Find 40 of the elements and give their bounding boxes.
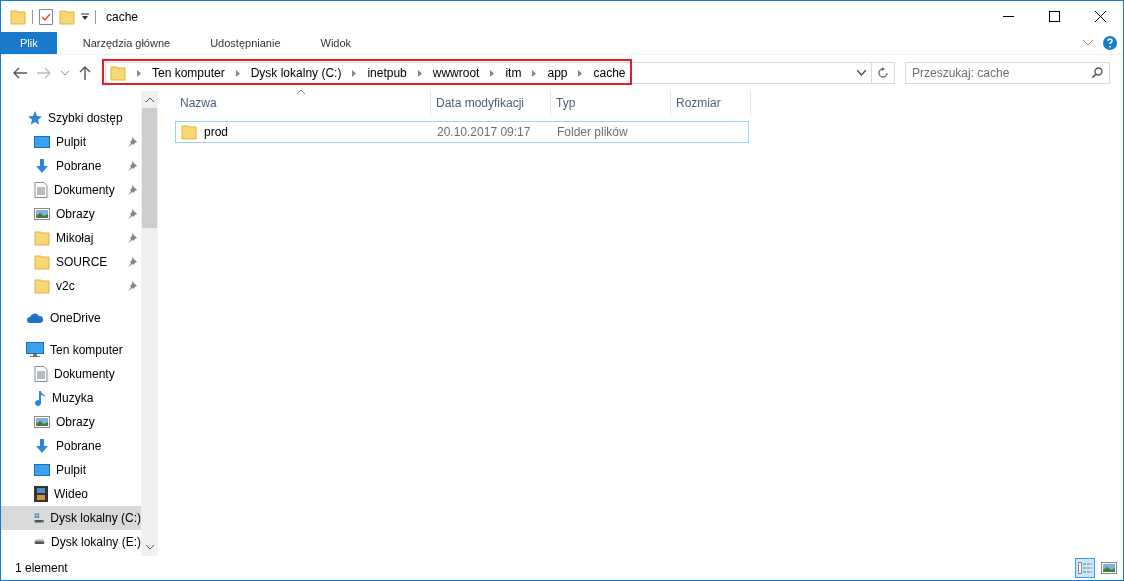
nav-item[interactable]: Dokumenty <box>1 362 141 386</box>
nav-item[interactable]: Wideo <box>1 482 141 506</box>
breadcrumb[interactable]: inetpub <box>367 66 407 80</box>
breadcrumb[interactable]: itm <box>505 66 522 80</box>
nav-item[interactable]: v2c <box>1 274 141 298</box>
ribbon-tab[interactable]: Udostępnianie <box>190 32 301 54</box>
window-title: cache <box>106 9 139 24</box>
nav-item[interactable]: Dysk lokalny (C:) <box>1 506 141 530</box>
address-bar[interactable]: Ten komputer Dysk lokalny (C:) inetpub wwwroot itm app cache <box>105 62 895 84</box>
nav-item[interactable]: SOURCE <box>1 250 141 274</box>
ribbon-tab[interactable]: Widok <box>300 32 372 54</box>
ribbon-tab[interactable]: Narzędzia główne <box>62 32 191 54</box>
breadcrumb[interactable]: wwwroot <box>432 66 480 80</box>
nav-item[interactable]: Pulpit <box>1 458 141 482</box>
breadcrumb[interactable]: app <box>547 66 568 80</box>
nav-item[interactable]: Dokumenty <box>1 178 141 202</box>
nav-item[interactable]: Pulpit <box>1 130 141 154</box>
column-header[interactable]: Typ <box>551 91 671 115</box>
column-header[interactable]: Nazwa <box>175 91 431 115</box>
search-field[interactable]: Przeszukaj: cache <box>905 62 1110 84</box>
nav-item[interactable]: Pobrane <box>1 154 141 178</box>
breadcrumb[interactable]: Ten komputer <box>152 66 225 80</box>
nav-item[interactable]: Szybki dostęp <box>1 106 141 130</box>
breadcrumb[interactable]: Dysk lokalny (C:) <box>250 66 342 80</box>
nav-item[interactable]: Muzyka <box>1 386 141 410</box>
item-count: 1 element <box>15 561 68 575</box>
nav-item[interactable]: Obrazy <box>1 410 141 434</box>
file-name: prod <box>204 125 229 139</box>
nav-item[interactable]: Pobrane <box>1 434 141 458</box>
breadcrumb[interactable]: cache <box>593 66 626 80</box>
nav-item[interactable]: Ten komputer <box>1 338 141 362</box>
nav-item[interactable]: Mikołaj <box>1 226 141 250</box>
file-type: Folder plików <box>557 125 628 139</box>
nav-item[interactable]: OneDrive <box>1 306 141 330</box>
column-header[interactable]: Data modyfikacji <box>431 91 551 115</box>
file-row[interactable]: prod 20.10.2017 09:17 Folder plików <box>175 121 749 143</box>
modified-date: 20.10.2017 09:17 <box>437 125 531 139</box>
column-header[interactable]: Rozmiar <box>671 91 751 115</box>
nav-item[interactable]: Dysk lokalny (E:) <box>1 530 141 554</box>
nav-item[interactable]: Obrazy <box>1 202 141 226</box>
